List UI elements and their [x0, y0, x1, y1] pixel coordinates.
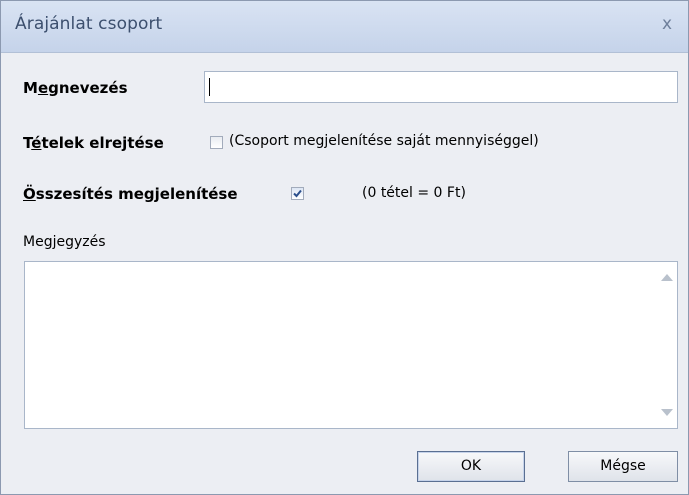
checkmark-icon	[293, 189, 302, 198]
summary-info: (0 tétel = 0 Ft)	[362, 185, 466, 201]
name-label-part1: M	[23, 79, 38, 97]
summary-checkbox[interactable]	[291, 187, 304, 200]
notes-scrollbar[interactable]	[655, 262, 677, 428]
close-icon[interactable]: x	[658, 15, 676, 33]
hide-items-checkbox[interactable]	[210, 136, 223, 149]
cancel-button[interactable]: Mégse	[568, 451, 678, 482]
summary-label-accel: Ö	[23, 185, 36, 203]
dialog-window: Árajánlat csoport x Megnevezés Tételek e…	[0, 0, 689, 495]
scroll-down-icon[interactable]	[661, 409, 673, 416]
hide-items-label-part1: T	[23, 134, 32, 152]
hide-items-label: Tételek elrejtése	[23, 134, 164, 152]
ok-button[interactable]: OK	[417, 451, 525, 482]
hide-items-hint: (Csoport megjelenítése saját mennyiségge…	[229, 133, 539, 149]
hide-items-label-accel: é	[31, 134, 42, 152]
notes-textarea[interactable]	[24, 261, 678, 429]
dialog-title: Árajánlat csoport	[15, 14, 163, 34]
summary-label: Összesítés megjelenítése	[23, 185, 238, 203]
summary-label-part2: sszesítés megjelenítése	[35, 185, 238, 203]
scroll-up-icon[interactable]	[661, 274, 673, 281]
title-bar[interactable]: Árajánlat csoport x	[1, 1, 688, 53]
name-label-accel: e	[37, 79, 49, 97]
name-label-part2: gnevezés	[48, 79, 128, 97]
name-label: Megnevezés	[23, 79, 128, 97]
text-caret	[209, 78, 210, 96]
notes-label: Megjegyzés	[23, 234, 106, 250]
hide-items-label-part2: telek elrejtése	[41, 134, 164, 152]
name-input[interactable]	[204, 71, 678, 103]
